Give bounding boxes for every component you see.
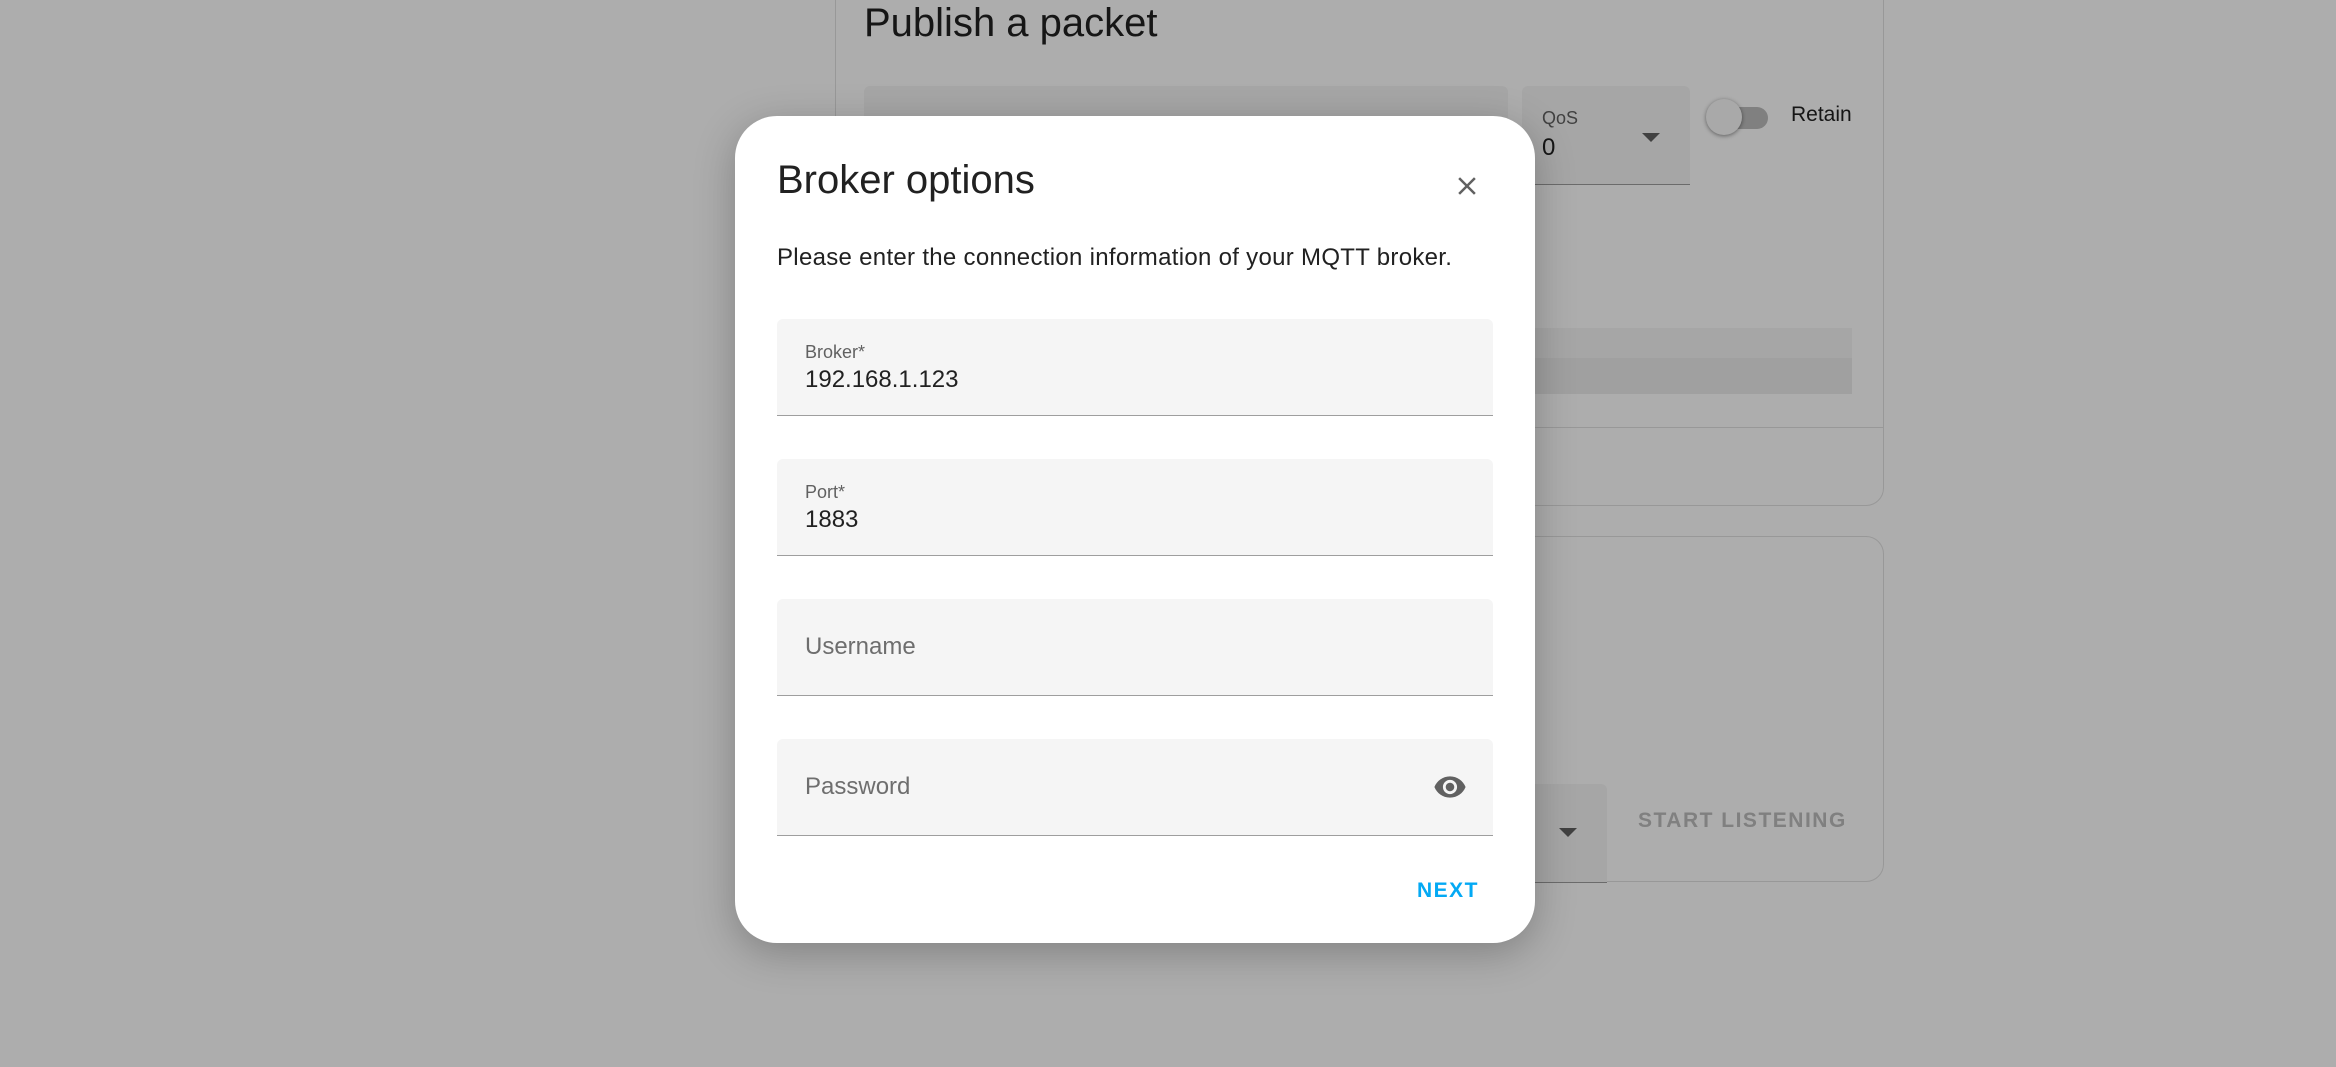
eye-icon <box>1434 776 1466 798</box>
broker-options-dialog: Broker options Please enter the connecti… <box>735 116 1535 943</box>
password-field[interactable]: Password <box>777 739 1493 836</box>
dialog-description: Please enter the connection information … <box>777 244 1453 271</box>
password-placeholder: Password <box>805 773 911 800</box>
broker-value: 192.168.1.123 <box>805 366 959 393</box>
close-icon <box>1458 177 1476 195</box>
port-field[interactable]: Port* 1883 <box>777 459 1493 556</box>
username-placeholder: Username <box>805 633 916 660</box>
broker-field[interactable]: Broker* 192.168.1.123 <box>777 319 1493 416</box>
next-button[interactable]: NEXT <box>1407 871 1489 911</box>
port-label: Port* <box>805 482 846 502</box>
port-value: 1883 <box>805 506 859 533</box>
broker-label: Broker* <box>805 342 866 362</box>
close-button[interactable] <box>1435 154 1499 218</box>
dialog-title: Broker options <box>777 158 1035 202</box>
username-field[interactable]: Username <box>777 599 1493 696</box>
password-visibility-toggle[interactable] <box>1429 766 1471 808</box>
